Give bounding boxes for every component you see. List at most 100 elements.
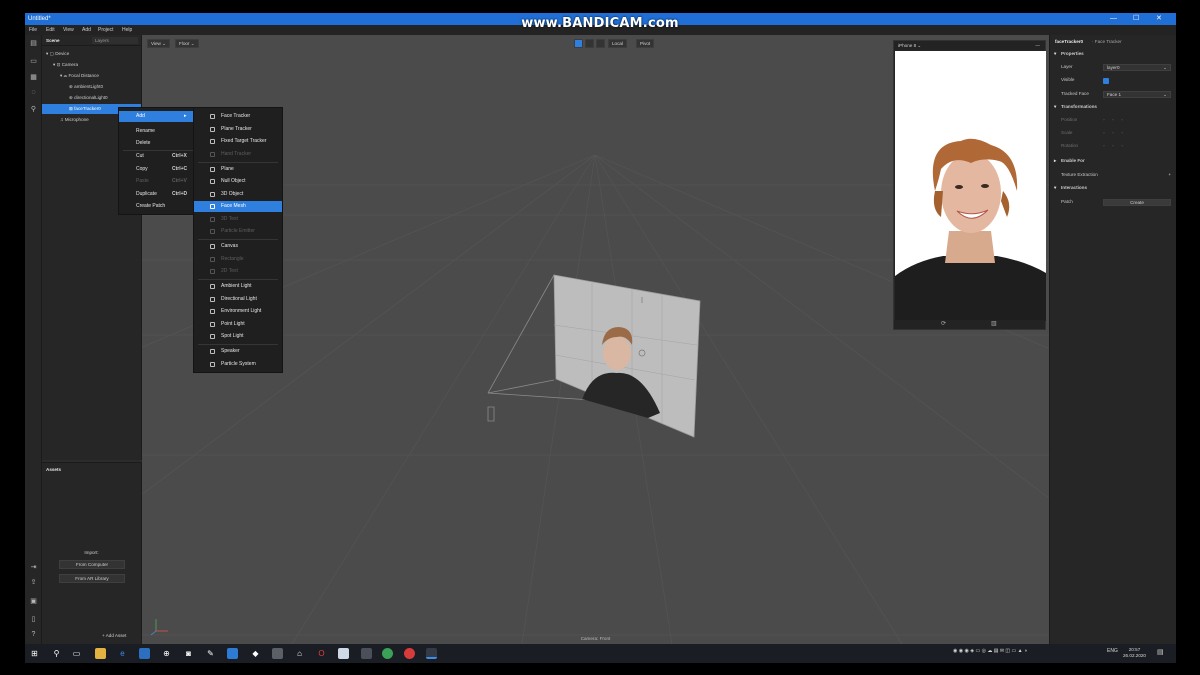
rotate-tool-icon[interactable] xyxy=(585,39,594,48)
submenu-item-2d-text[interactable]: 2D Text xyxy=(194,266,282,277)
menu-edit[interactable]: Edit xyxy=(46,25,55,35)
submenu-item-canvas[interactable]: Canvas xyxy=(194,241,282,252)
rotate-device-icon[interactable]: ⟳ xyxy=(941,320,946,327)
pivot-toggle[interactable]: Pivot xyxy=(636,39,655,48)
from-computer-button[interactable]: From Computer xyxy=(59,560,125,569)
mail-icon[interactable] xyxy=(227,648,238,659)
spark-ar-icon[interactable] xyxy=(426,648,437,659)
tree-item-device[interactable]: ▾ ▢ Device xyxy=(46,49,69,59)
properties-section[interactable]: ▾ Properties xyxy=(1050,49,1176,59)
help-icon[interactable]: ? xyxy=(29,630,38,639)
minimize-button[interactable]: — xyxy=(1110,13,1117,25)
menu-project[interactable]: Project xyxy=(98,25,114,35)
menu-item-create-patch[interactable]: Create Patch xyxy=(119,201,193,212)
submenu-item-fixed-target-tracker[interactable]: Fixed Target Tracker xyxy=(194,136,282,147)
submenu-item-ambient-light[interactable]: Ambient Light xyxy=(194,281,282,292)
zoom-icon[interactable]: ⚲ xyxy=(29,105,38,114)
scene-icon[interactable]: ▤ xyxy=(29,39,38,48)
app-icon[interactable]: ◆ xyxy=(250,648,261,659)
system-tray-icons[interactable]: ◉ ◉ ◉ ◈ ▭ ◎ ☁ ▤ ✉ ◫ ▭ ▲ ◑ xyxy=(953,648,1027,654)
opera-icon[interactable]: O xyxy=(316,648,327,659)
create-patch-button[interactable]: Create xyxy=(1103,199,1171,206)
submenu-item-point-light[interactable]: Point Light xyxy=(194,319,282,330)
collapse-icon[interactable]: ⇥ xyxy=(29,563,38,572)
tool-icon[interactable]: ✎ xyxy=(205,648,216,659)
maximize-button[interactable]: ☐ xyxy=(1133,13,1139,25)
layer-dropdown[interactable]: layer0 ⌄ xyxy=(1103,64,1171,71)
submenu-item-particle-emitter[interactable]: Particle Emitter xyxy=(194,226,282,237)
menu-item-duplicate[interactable]: Duplicate Ctrl+D xyxy=(119,189,193,200)
move-tool-icon[interactable] xyxy=(574,39,583,48)
test-on-device-icon[interactable]: ▣ xyxy=(29,597,38,606)
local-toggle[interactable]: Local xyxy=(608,39,627,48)
transformations-section[interactable]: ▾ Transformations xyxy=(1050,102,1176,112)
camera-icon[interactable]: ◙ xyxy=(183,648,194,659)
submenu-item-environment-light[interactable]: Environment Light xyxy=(194,306,282,317)
scale-tool-icon[interactable] xyxy=(596,39,605,48)
simulator-minimize-button[interactable]: — xyxy=(1035,41,1040,50)
submenu-item-3d-text[interactable]: 3D Text xyxy=(194,214,282,225)
image-icon[interactable] xyxy=(361,648,372,659)
notifications-icon[interactable]: ▤ xyxy=(1157,648,1164,656)
tree-item-camera[interactable]: ▾ ⊡ Camera xyxy=(53,60,78,70)
menu-item-cut[interactable]: Cut Ctrl+X xyxy=(119,151,193,162)
close-button[interactable]: ✕ xyxy=(1156,13,1162,25)
task-view-icon[interactable]: ▭ xyxy=(71,648,82,659)
floor-dropdown[interactable]: Floor ⌄ xyxy=(175,39,199,48)
tree-item-ambient-light[interactable]: ⊛ ambientLight0 xyxy=(69,82,103,92)
tab-layers[interactable]: Layers xyxy=(92,37,138,44)
texture-extraction-row[interactable]: Texture Extraction + xyxy=(1050,170,1176,180)
device-selector[interactable]: iPhone 8 ⌄ — xyxy=(894,41,1045,50)
menu-item-rename[interactable]: Rename xyxy=(119,126,193,137)
search-icon[interactable]: ⚲ xyxy=(51,648,62,659)
menu-item-delete[interactable]: Delete xyxy=(119,138,193,149)
menu-view[interactable]: View xyxy=(63,25,74,35)
language-indicator[interactable]: ENG xyxy=(1107,648,1118,654)
menu-add[interactable]: Add xyxy=(82,25,91,35)
submenu-item-speaker[interactable]: Speaker xyxy=(194,346,282,357)
menu-help[interactable]: Help xyxy=(122,25,132,35)
submenu-item-face-tracker[interactable]: Face Tracker xyxy=(194,111,282,122)
tree-item-microphone[interactable]: ♫ Microphone xyxy=(60,115,89,125)
layers-icon[interactable]: ▦ xyxy=(29,73,38,82)
add-asset-button[interactable]: + Add Asset xyxy=(102,633,126,638)
tracked-face-dropdown[interactable]: Face 1 ⌄ xyxy=(1103,91,1171,98)
bandicam-icon[interactable] xyxy=(404,648,415,659)
device-icon[interactable]: ▯ xyxy=(29,615,38,624)
chrome-icon[interactable] xyxy=(382,648,393,659)
view-dropdown[interactable]: View ⌄ xyxy=(147,39,170,48)
notepad-icon[interactable] xyxy=(338,648,349,659)
from-ar-library-button[interactable]: From AR Library xyxy=(59,574,125,583)
tab-scene[interactable]: Scene xyxy=(46,38,60,43)
usb-icon[interactable]: ⌂ xyxy=(294,648,305,659)
interactions-section[interactable]: ▾ Interactions xyxy=(1050,183,1176,193)
start-icon[interactable]: ⊞ xyxy=(29,648,40,659)
store-icon[interactable] xyxy=(139,648,150,659)
submenu-item-directional-light[interactable]: Directional Light xyxy=(194,294,282,305)
submenu-item-plane[interactable]: Plane xyxy=(194,164,282,175)
upload-icon[interactable]: ⇪ xyxy=(29,578,38,587)
edge-icon[interactable]: e xyxy=(117,648,128,659)
submenu-item-3d-object[interactable]: 3D Object xyxy=(194,189,282,200)
simulator-screen[interactable] xyxy=(895,51,1046,321)
menu-item-copy[interactable]: Copy Ctrl+C xyxy=(119,164,193,175)
submenu-item-plane-tracker[interactable]: Plane Tracker xyxy=(194,124,282,135)
visible-checkbox[interactable] xyxy=(1103,78,1109,84)
assets-icon[interactable]: ▭ xyxy=(29,57,38,66)
submenu-item-hand-tracker[interactable]: Hand Tracker xyxy=(194,149,282,160)
gamepad-icon[interactable]: ⊕ xyxy=(161,648,172,659)
window-icon[interactable] xyxy=(272,648,283,659)
menu-item-paste[interactable]: Paste Ctrl+V xyxy=(119,176,193,187)
submenu-item-spot-light[interactable]: Spot Light xyxy=(194,331,282,342)
submenu-item-null-object[interactable]: Null Object xyxy=(194,176,282,187)
submenu-item-face-mesh[interactable]: Face Mesh xyxy=(194,201,282,212)
submenu-item-particle-system[interactable]: Particle System xyxy=(194,359,282,370)
taskbar-clock[interactable]: 20:57 26.02.2020 xyxy=(1123,647,1146,659)
patch-icon[interactable]: ◌ xyxy=(29,88,38,97)
submenu-item-rectangle[interactable]: Rectangle xyxy=(194,254,282,265)
menu-item-add[interactable]: Add ▸ xyxy=(119,111,193,122)
tree-item-focal-distance[interactable]: ▾ ⌓ Focal Distance xyxy=(60,71,99,81)
enable-for-section[interactable]: ▸ Enable For xyxy=(1050,156,1176,166)
menu-file[interactable]: File xyxy=(29,25,37,35)
video-source-icon[interactable]: ▥ xyxy=(991,320,997,327)
